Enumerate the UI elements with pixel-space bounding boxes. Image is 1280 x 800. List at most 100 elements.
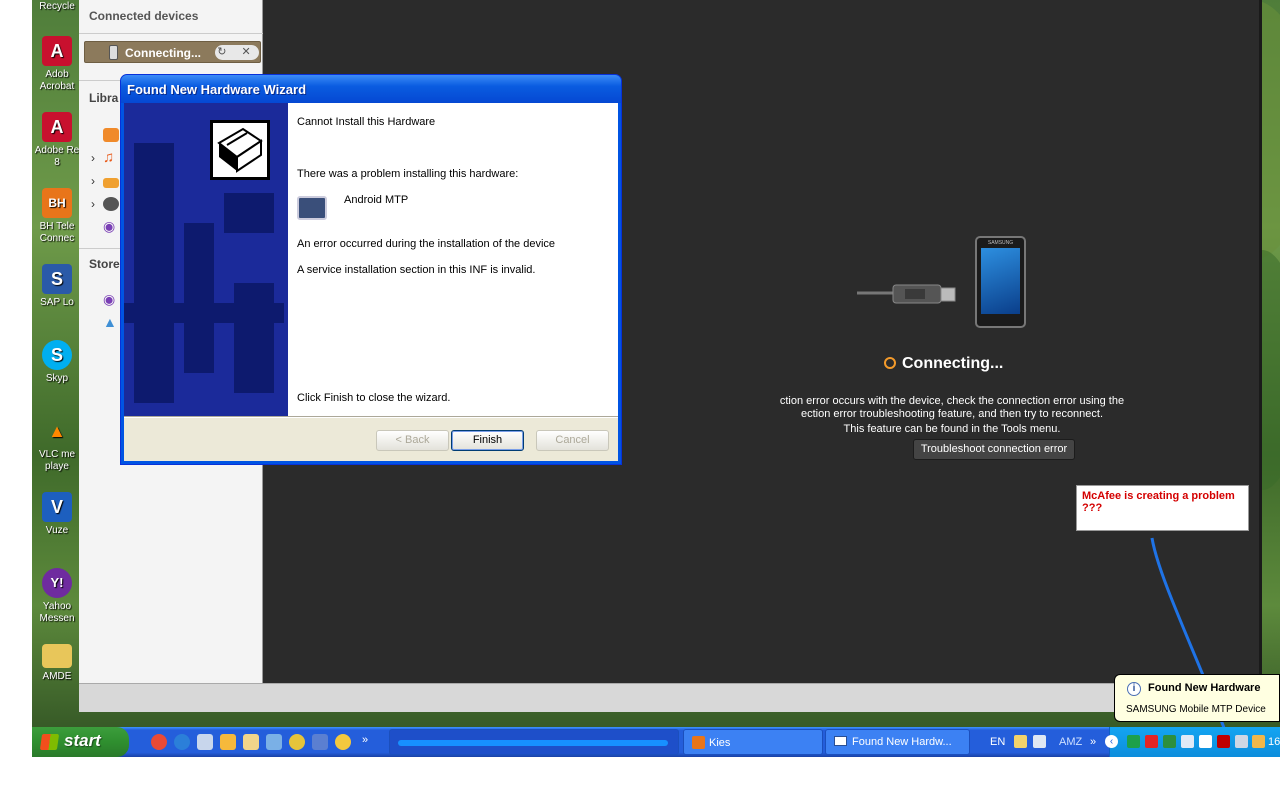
outlook-icon[interactable] xyxy=(220,734,236,750)
pen-icon[interactable] xyxy=(1014,735,1027,748)
mcafee-tray-icon[interactable] xyxy=(1145,735,1158,748)
skype-icon: S xyxy=(42,340,72,370)
yahoo-messenger-icon: Y! xyxy=(42,568,72,598)
language-indicator[interactable]: EN xyxy=(990,736,1005,748)
taskbar-kies-label: Kies xyxy=(709,737,731,749)
usb-cable-icon xyxy=(857,284,956,304)
connected-device-item[interactable]: Connecting... ↻ ✕ xyxy=(84,41,261,63)
hardware-card-icon xyxy=(217,127,263,173)
info-icon: i xyxy=(1127,682,1141,696)
bh-telecom-icon: BH xyxy=(42,188,72,218)
media-player-icon[interactable] xyxy=(289,734,305,750)
windows-logo-icon xyxy=(39,734,60,750)
wizard-problem-text: There was a problem installing this hard… xyxy=(297,168,519,180)
chevron-more-icon[interactable]: » xyxy=(1090,736,1096,748)
banner-pattern xyxy=(134,143,174,403)
phone-icon xyxy=(109,45,118,60)
connection-help-line-2: ection error troubleshooting feature, an… xyxy=(800,408,1104,420)
start-label: start xyxy=(64,731,101,750)
photos-icon[interactable] xyxy=(103,178,119,188)
podcast-icon[interactable]: ◉ xyxy=(103,219,119,233)
folder-icon[interactable] xyxy=(243,734,259,750)
show-hidden-icons-chevron-icon[interactable]: ‹ xyxy=(1105,735,1118,748)
chrome-icon[interactable] xyxy=(151,734,167,750)
notification-balloon[interactable]: i Found New Hardware SAMSUNG Mobile MTP … xyxy=(1114,674,1280,722)
apps-store-icon[interactable]: ▲ xyxy=(103,315,119,329)
store-heading: Store xyxy=(89,257,120,271)
display-tray-icon[interactable] xyxy=(1235,735,1248,748)
expand-arrow-icon[interactable]: › xyxy=(91,151,95,165)
sap-logon-icon: S xyxy=(42,264,72,294)
expand-arrow-icon[interactable]: › xyxy=(91,174,95,188)
desktop-icon-recycle-bin[interactable]: Recycle xyxy=(32,0,82,13)
taskbar: start » Kies Found New Hardw... EN AMZ »… xyxy=(32,727,1280,757)
connected-devices-heading: Connected devices xyxy=(89,9,199,23)
desktop-icon-bh-telecom[interactable]: BH BH Tele Connec xyxy=(32,188,82,245)
network-tray-icon[interactable] xyxy=(1163,735,1176,748)
desktop-icon-adobe-reader[interactable]: A Adobe Re 8 xyxy=(32,112,82,169)
desktop-icon-skype[interactable]: S Skyp xyxy=(32,340,82,385)
connection-help-line-1: ction error occurs with the device, chec… xyxy=(779,395,1125,407)
wizard-content: Cannot Install this Hardware There was a… xyxy=(288,103,618,416)
connecting-status: Connecting... xyxy=(884,355,1003,373)
desktop-icon-vlc[interactable]: ▲ VLC me playe xyxy=(32,416,82,473)
desktop-icon-vuze[interactable]: V Vuze xyxy=(32,492,82,537)
wizard-banner xyxy=(124,103,288,416)
taskbar-button-kies[interactable]: Kies xyxy=(683,729,823,755)
device-refresh-close-buttons[interactable]: ↻ ✕ xyxy=(215,45,259,60)
wizard-error-line-2: A service installation section in this I… xyxy=(297,264,536,276)
wireless-tray-icon[interactable] xyxy=(1181,735,1194,748)
contacts-icon[interactable] xyxy=(103,128,119,142)
adobe-reader-icon: A xyxy=(42,112,72,142)
banner-pattern xyxy=(184,223,214,373)
hardware-tray-icon[interactable] xyxy=(1127,735,1140,748)
redaction-scribble xyxy=(398,740,668,746)
podcast-store-icon[interactable]: ◉ xyxy=(103,292,119,306)
start-button[interactable]: start xyxy=(32,727,129,757)
amz-label[interactable]: AMZ xyxy=(1059,736,1082,748)
videos-icon[interactable] xyxy=(103,197,119,211)
device-name: Android MTP xyxy=(344,194,409,206)
volume-tray-icon[interactable] xyxy=(1252,735,1265,748)
taskbar-button-wizard[interactable]: Found New Hardw... xyxy=(825,729,970,755)
annotation-note: McAfee is creating a problem ??? xyxy=(1076,485,1249,531)
chevron-more-icon[interactable]: » xyxy=(362,734,378,750)
phone-brand-label: SAMSUNG xyxy=(987,240,1014,246)
wizard-title[interactable]: Found New Hardware Wizard xyxy=(121,75,621,103)
vlc-cone-icon: ▲ xyxy=(48,421,66,441)
wizard-body: Cannot Install this Hardware There was a… xyxy=(124,103,618,461)
music-icon[interactable]: ♫ xyxy=(103,150,119,165)
library-heading: Libra xyxy=(89,91,119,105)
desktop-icon-sap-logon[interactable]: S SAP Lo xyxy=(32,264,82,309)
cancel-button[interactable]: Cancel xyxy=(536,430,609,451)
balloon-subtitle: SAMSUNG Mobile MTP Device xyxy=(1126,704,1266,715)
phone-screen xyxy=(981,248,1020,314)
device-icon xyxy=(297,196,327,220)
kies-app-icon xyxy=(692,736,705,749)
divider xyxy=(79,33,263,34)
troubleshoot-connection-button[interactable]: Troubleshoot connection error xyxy=(913,439,1075,460)
taskbar-button-hidden-windows[interactable] xyxy=(389,729,679,755)
desktop-icon-adobe-acrobat[interactable]: A Adob Acrobat xyxy=(32,36,82,93)
desktop-shortcut-icon[interactable] xyxy=(197,734,213,750)
banner-pattern xyxy=(234,283,274,393)
yahoo-smiley-icon[interactable] xyxy=(335,734,351,750)
calendar-tray-icon[interactable] xyxy=(1199,735,1212,748)
mcafee-shield-icon[interactable] xyxy=(1217,735,1230,748)
device-status-label: Connecting... xyxy=(125,46,201,60)
clock[interactable]: 16 xyxy=(1268,736,1280,748)
keyboard-icon[interactable] xyxy=(1033,735,1046,748)
internet-explorer-icon[interactable] xyxy=(174,734,190,750)
adobe-acrobat-icon: A xyxy=(42,36,72,66)
back-button[interactable]: < Back xyxy=(376,430,449,451)
desktop-icon-amd-folder[interactable]: AMDE xyxy=(32,644,82,683)
finish-button[interactable]: Finish xyxy=(451,430,524,451)
samsung-phone-icon: SAMSUNG xyxy=(975,236,1026,328)
expand-arrow-icon[interactable]: › xyxy=(91,197,95,211)
messenger-icon[interactable] xyxy=(312,734,328,750)
taskbar-wizard-label: Found New Hardw... xyxy=(852,736,952,748)
network-icon[interactable] xyxy=(266,734,282,750)
vuze-icon: V xyxy=(42,492,72,522)
balloon-title: Found New Hardware xyxy=(1148,682,1261,694)
desktop-icon-yahoo-messenger[interactable]: Y! Yahoo Messen xyxy=(32,568,82,625)
